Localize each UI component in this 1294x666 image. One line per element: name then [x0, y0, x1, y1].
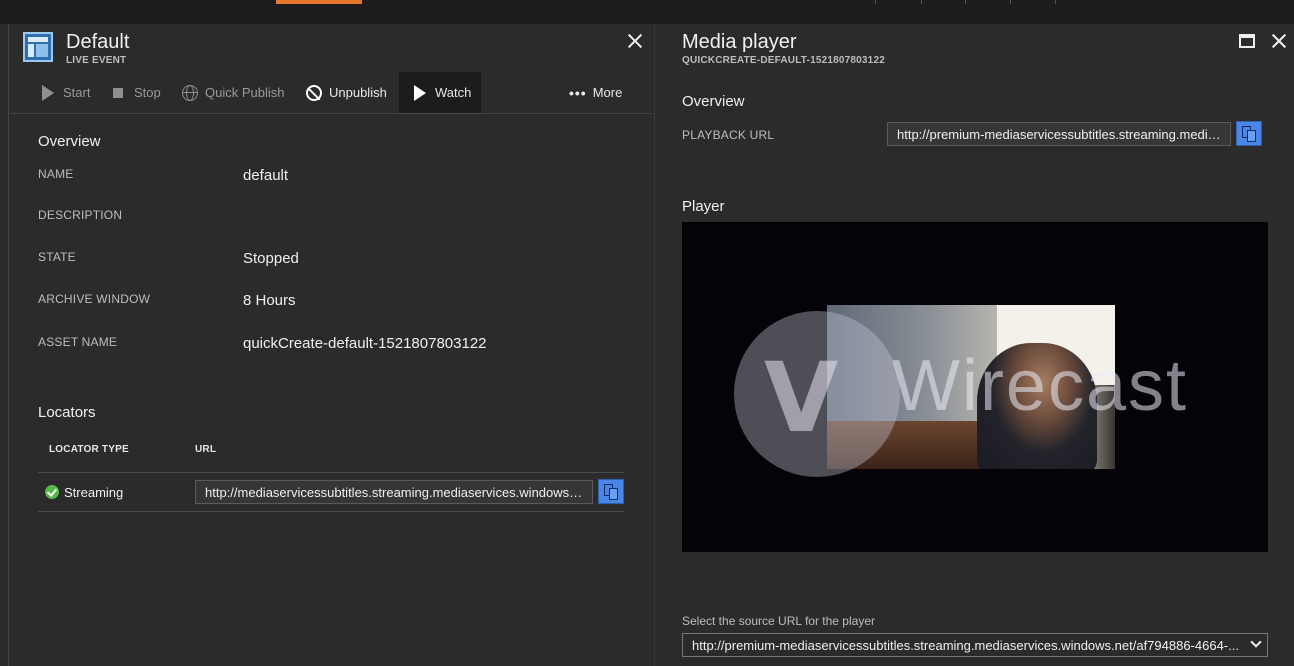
table-divider	[38, 472, 624, 473]
top-separator	[1010, 0, 1011, 4]
top-separator	[875, 0, 876, 4]
portal-top-bar	[0, 0, 1294, 24]
stop-button[interactable]: Stop	[111, 72, 161, 113]
name-label: NAME	[38, 167, 74, 181]
more-label: More	[592, 85, 623, 100]
locator-type-value: Streaming	[64, 485, 124, 500]
top-separator	[1055, 0, 1056, 4]
asset-name-value: quickCreate-default-1521807803122	[243, 335, 487, 352]
top-separator	[965, 0, 966, 4]
unpublish-icon	[306, 84, 322, 101]
wirecast-logo-mark: V	[764, 342, 839, 454]
close-icon[interactable]	[627, 33, 643, 49]
playback-url-label: PLAYBACK URL	[682, 128, 775, 142]
table-divider	[38, 511, 624, 512]
copy-url-button[interactable]	[598, 479, 624, 504]
close-icon[interactable]	[1271, 33, 1287, 49]
state-value: Stopped	[243, 250, 299, 267]
live-event-icon	[23, 32, 53, 62]
play-icon	[40, 84, 56, 101]
watermark-text: Wirecast	[892, 346, 1189, 426]
active-tab-indicator	[276, 0, 362, 4]
name-value: default	[243, 167, 289, 184]
blade-title: Media player	[682, 31, 797, 53]
locator-url-field[interactable]: http://mediaservicessubtitles.streaming.…	[195, 480, 593, 504]
playback-url-field[interactable]: http://premium-mediaservicessubtitles.st…	[887, 122, 1231, 146]
overview-heading: Overview	[38, 133, 101, 150]
description-label: DESCRIPTION	[38, 208, 123, 222]
overview-heading: Overview	[682, 93, 745, 110]
media-player-blade: Media player QUICKCREATE-DEFAULT-1521807…	[654, 24, 1294, 666]
locators-heading: Locators	[38, 404, 96, 421]
blade-subtitle: QUICKCREATE-DEFAULT-1521807803122	[682, 55, 885, 66]
more-icon: •••	[569, 84, 587, 101]
stop-label: Stop	[134, 85, 161, 100]
collapsed-blade-edge	[0, 24, 9, 666]
globe-icon	[182, 84, 198, 101]
live-event-blade: Default LIVE EVENT Start Stop Quick Publ…	[10, 24, 652, 666]
unpublish-button[interactable]: Unpublish	[306, 72, 387, 113]
copy-url-button[interactable]	[1236, 121, 1262, 146]
watch-label: Watch	[435, 85, 472, 100]
maximize-icon[interactable]	[1239, 34, 1255, 48]
blade-title: Default	[66, 31, 130, 53]
url-header: URL	[195, 444, 217, 455]
start-label: Start	[63, 85, 91, 100]
play-icon	[412, 84, 428, 101]
top-separator	[921, 0, 922, 4]
unpublish-label: Unpublish	[329, 85, 387, 100]
archive-window-value: 8 Hours	[243, 292, 296, 309]
quick-publish-label: Quick Publish	[205, 85, 285, 100]
blade-subtitle: LIVE EVENT	[66, 55, 127, 66]
state-label: STATE	[38, 250, 76, 264]
check-circle-icon	[45, 485, 59, 499]
asset-name-label: ASSET NAME	[38, 335, 118, 349]
more-button[interactable]: ••• More	[569, 72, 622, 113]
locator-type-header: LOCATOR TYPE	[49, 444, 129, 455]
source-url-dropdown[interactable]: http://premium-mediaservicessubtitles.st…	[682, 633, 1268, 657]
quick-publish-button[interactable]: Quick Publish	[182, 72, 284, 113]
command-bar: Start Stop Quick Publish Unpublish Watch…	[10, 72, 652, 114]
watch-button[interactable]: Watch	[399, 72, 481, 113]
source-url-label: Select the source URL for the player	[682, 614, 875, 628]
start-button[interactable]: Start	[40, 72, 90, 113]
archive-window-label: ARCHIVE WINDOW	[38, 292, 151, 306]
stop-icon	[111, 85, 127, 101]
video-player[interactable]: V Wirecast	[682, 222, 1268, 552]
player-heading: Player	[682, 198, 725, 215]
